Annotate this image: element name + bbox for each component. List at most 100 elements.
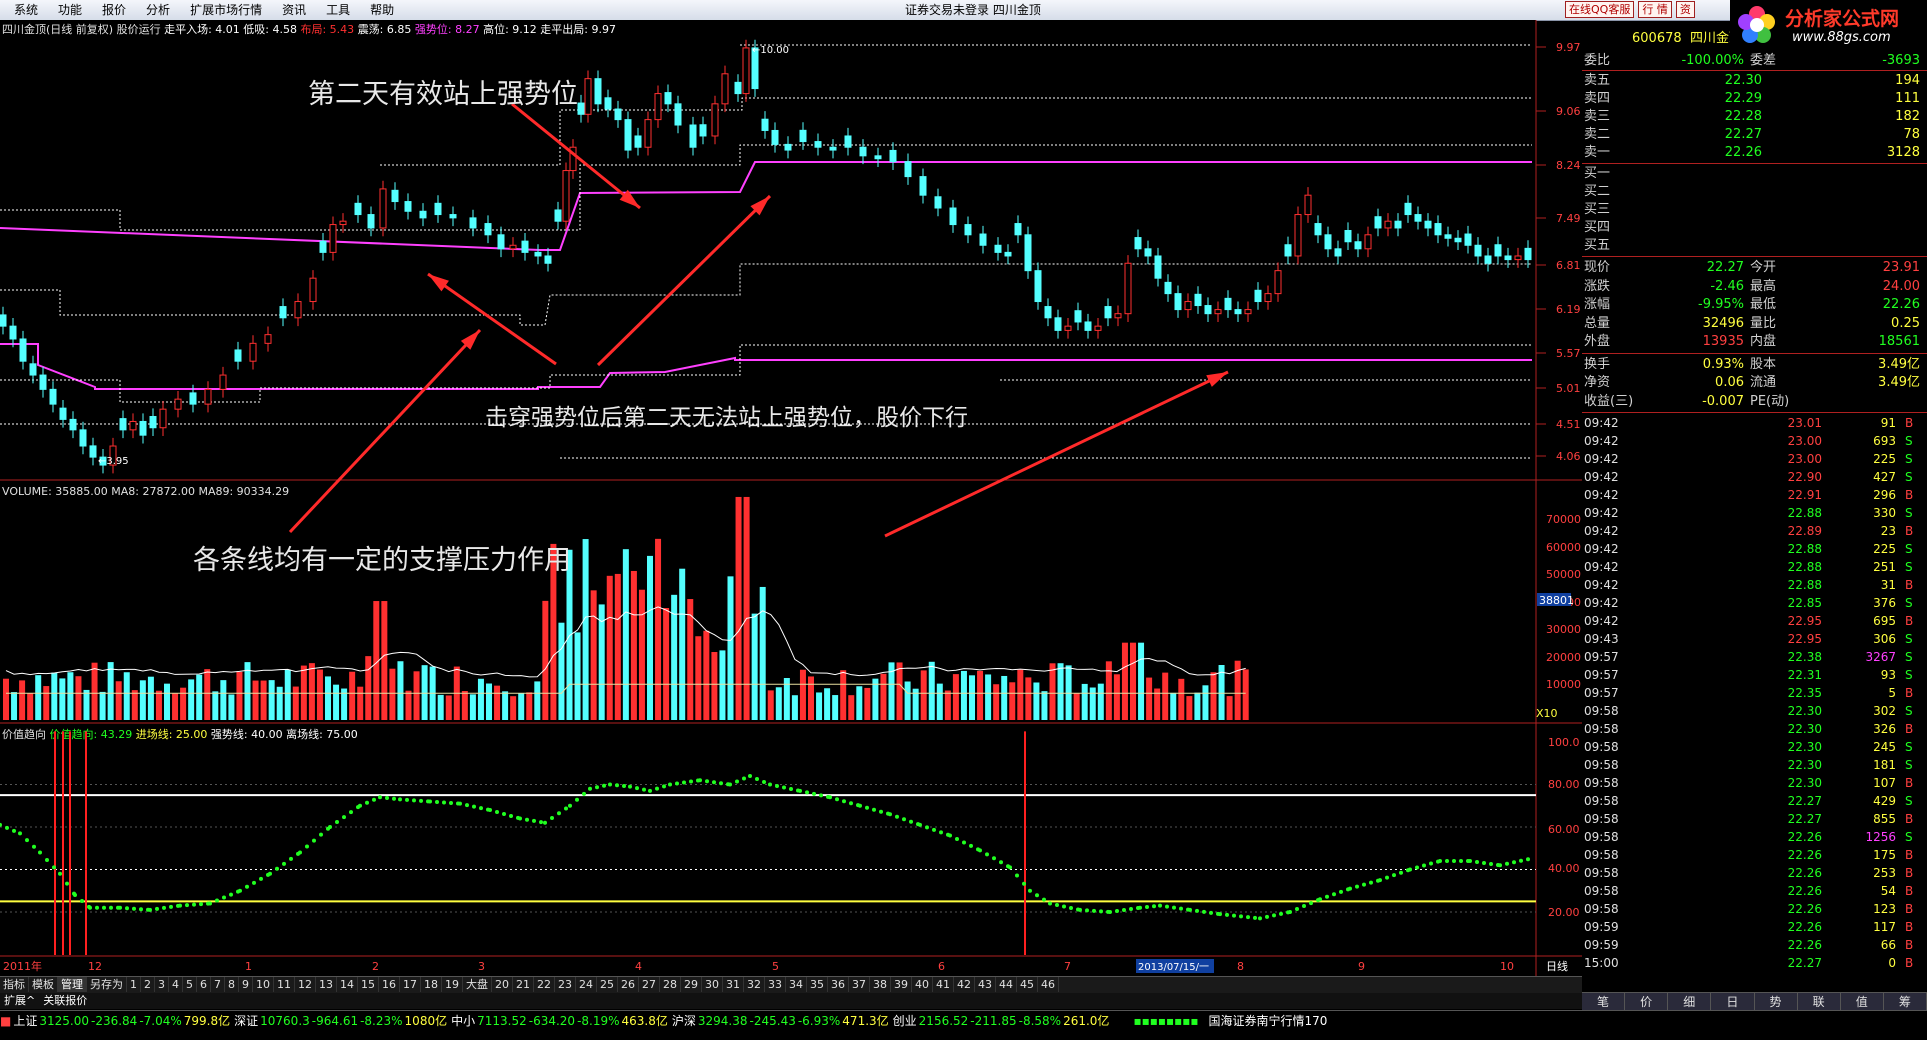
indicator-tab[interactable]: 6 [197,977,211,992]
index-item[interactable]: 深证 10760.3 -964.61 -8.23% 1080亿 [234,1014,449,1028]
indicator-tab[interactable]: 34 [786,977,807,992]
tick-volume: 117 [1873,920,1896,934]
index-item[interactable]: 沪深 3294.38 -245.43 -6.93% 471.3亿 [672,1014,891,1028]
quote-tab[interactable]: 值 [1841,993,1884,1011]
indicator-tab[interactable]: 29 [681,977,702,992]
index-item[interactable]: 创业 2156.52 -211.85 -8.58% 261.0亿 [893,1014,1112,1028]
menu-item[interactable]: 帮助 [360,2,404,18]
menu-item[interactable]: 资讯 [272,2,316,18]
indicator-dot [1225,912,1229,917]
quote-tab[interactable]: 筹 [1884,993,1927,1011]
kline-chart[interactable]: 四川金顶(日线 前复权) 股价运行 走平入场: 4.01 低吸: 4.58 布局… [0,20,1582,976]
extension-tab[interactable]: 扩展^ [0,994,39,1007]
tick-price: 22.27 [1787,956,1822,970]
indicator-dot [1325,894,1329,899]
indicator-tab[interactable]: 41 [933,977,954,992]
menu-item[interactable]: 工具 [316,2,360,18]
index-item[interactable]: 中小 7113.52 -634.20 -8.19% 463.8亿 [451,1014,670,1028]
indicator-tab[interactable]: 9 [239,977,253,992]
indicator-tab[interactable]: 26 [618,977,639,992]
menu-item[interactable]: 系统 [4,2,48,18]
indicator-tab[interactable]: 44 [996,977,1017,992]
indicator-tab[interactable]: 38 [870,977,891,992]
indicator-tab[interactable]: 32 [744,977,765,992]
indicator-tab[interactable]: 24 [576,977,597,992]
indicator-tab[interactable]: 40 [912,977,933,992]
indicator-tab[interactable]: 4 [169,977,183,992]
indicator-tab[interactable]: 46 [1038,977,1059,992]
tick-volume: 245 [1873,740,1896,754]
indicator-tab[interactable]: 14 [337,977,358,992]
quote-tab[interactable]: 细 [1668,993,1712,1011]
indicator-tab[interactable]: 25 [597,977,618,992]
extension-tab[interactable]: 关联报价 [39,994,91,1007]
title-button[interactable]: 资 [1675,1,1695,18]
indicator-tab[interactable]: 39 [891,977,912,992]
indicator-dot [275,866,279,871]
indicator-tab[interactable]: 30 [702,977,723,992]
index-change: -964.61 [311,1014,359,1028]
indicator-tab[interactable]: 7 [211,977,225,992]
index-item[interactable]: 上证 3125.00 -236.84 -7.04% 799.8亿 [13,1014,232,1028]
indicator-tab[interactable]: 3 [155,977,169,992]
quote-tab[interactable]: 联 [1798,993,1841,1011]
tick-volume: 693 [1873,434,1896,448]
indicator-dot [1429,861,1433,866]
indicator-tab[interactable]: 8 [225,977,239,992]
indicator-tab[interactable]: 2 [141,977,155,992]
indicator-tab[interactable]: 36 [828,977,849,992]
indicator-tab[interactable]: 10 [253,977,274,992]
indicator-tab[interactable]: 12 [295,977,316,992]
indicator-dot [902,817,906,822]
menu-item[interactable]: 功能 [48,2,92,18]
indicator-tab[interactable]: 28 [660,977,681,992]
indicator-tab[interactable]: 42 [954,977,975,992]
sell-row: 卖五 22.30 194 [1582,72,1920,89]
index-percent: -8.19% [577,1014,620,1028]
indicator-tab[interactable]: 17 [400,977,421,992]
title-button[interactable]: 行 情 [1638,1,1672,18]
indicator-tab[interactable]: 35 [807,977,828,992]
indicator-tab[interactable]: 大盘 [463,977,492,992]
indicator-tab[interactable]: 45 [1017,977,1038,992]
quote-tab[interactable]: 日 [1711,993,1755,1011]
title-button[interactable]: 在线QQ客服 [1565,1,1635,18]
indicator-tab[interactable]: 5 [183,977,197,992]
indicator-dot [289,856,293,861]
quote-tab[interactable]: 价 [1625,993,1669,1011]
tick-direction: B [1905,614,1914,628]
indicator-tab[interactable]: 20 [492,977,513,992]
indicator-tab[interactable]: 指标 [0,977,29,992]
indicator-tab[interactable]: 37 [849,977,870,992]
indicator-tab[interactable]: 33 [765,977,786,992]
indicator-tab[interactable]: 21 [513,977,534,992]
index-amount: 463.8亿 [621,1014,668,1028]
indicator-dot [1445,859,1449,863]
indicator-tab[interactable]: 11 [274,977,295,992]
indicator-tab[interactable]: 13 [316,977,337,992]
indicator-tab[interactable]: 管理 [58,977,87,992]
menu-item[interactable]: 扩展市场行情 [180,2,272,18]
indicator-dot [1145,905,1149,910]
indicator-tab[interactable]: 31 [723,977,744,992]
volume-bar [1186,696,1193,720]
indicator-tab[interactable]: 22 [534,977,555,992]
menu-item[interactable]: 报价 [92,2,136,18]
indicator-tab[interactable]: 1 [127,977,141,992]
indicator-tab[interactable]: 16 [379,977,400,992]
indicator-tab[interactable]: 15 [358,977,379,992]
quote-tab[interactable]: 势 [1755,993,1798,1011]
indicator-tab[interactable]: 模板 [29,977,58,992]
quote-tab[interactable]: 笔 [1582,993,1626,1011]
indicator-tab[interactable]: 23 [555,977,576,992]
indicator-tab[interactable]: 27 [639,977,660,992]
period-label[interactable]: 日线 [1546,959,1568,973]
indicator-tab[interactable]: 另存为 [87,977,127,992]
index-amount: 261.0亿 [1063,1014,1110,1028]
candle [584,70,592,123]
volume-unit: X10 [1536,707,1558,720]
indicator-tab[interactable]: 43 [975,977,996,992]
indicator-tab[interactable]: 18 [421,977,442,992]
indicator-tab[interactable]: 19 [442,977,463,992]
menu-item[interactable]: 分析 [136,2,180,18]
